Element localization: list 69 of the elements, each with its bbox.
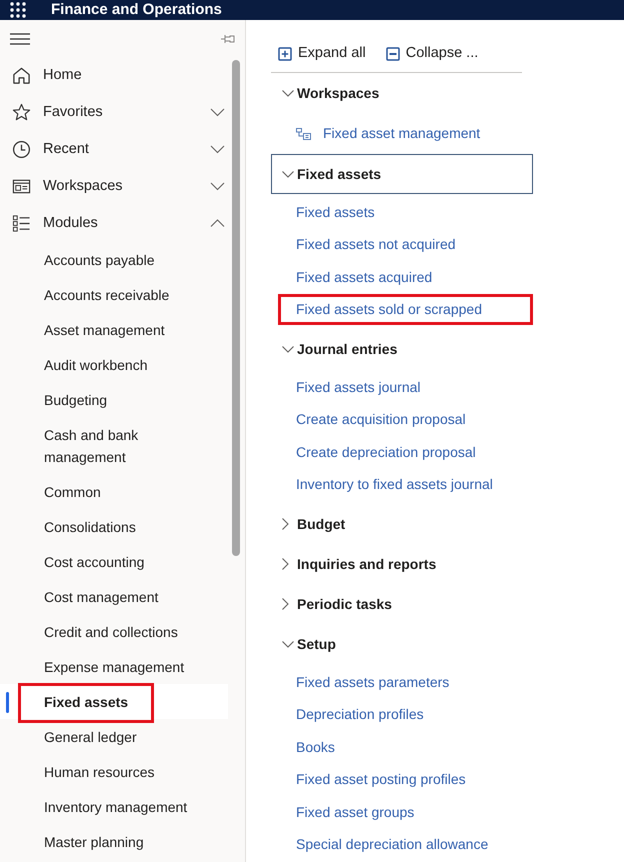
- nav-item[interactable]: Home: [0, 57, 232, 94]
- chevron-icon: [282, 598, 289, 610]
- clock-icon: [12, 140, 31, 159]
- nav-link[interactable]: Fixed asset groups: [296, 802, 414, 823]
- star-icon: [12, 103, 31, 122]
- module-item[interactable]: Accounts payable: [0, 242, 228, 277]
- module-item[interactable]: Asset management: [0, 312, 228, 347]
- nav-link[interactable]: Fixed assets sold or scrapped: [296, 299, 482, 320]
- section-header[interactable]: Periodic tasks: [271, 584, 533, 624]
- chevron-icon[interactable]: [210, 145, 225, 154]
- module-item[interactable]: Credit and collections: [0, 614, 228, 649]
- nav-link[interactable]: Fixed assets not acquired: [296, 234, 456, 256]
- chevron-icon[interactable]: [210, 108, 225, 117]
- nav-link[interactable]: Special depreciation allowance: [296, 834, 488, 856]
- module-item[interactable]: Cash and bank management: [0, 417, 228, 474]
- module-item[interactable]: Common: [0, 474, 228, 509]
- module-item[interactable]: Inventory management: [0, 789, 228, 824]
- section-header[interactable]: Setup: [271, 624, 533, 664]
- nav-link[interactable]: Create acquisition proposal: [296, 409, 466, 430]
- module-item[interactable]: Cost management: [0, 579, 228, 614]
- app-title: Finance and Operations: [51, 0, 222, 20]
- section-header[interactable]: Workspaces: [271, 73, 533, 113]
- menu-icon[interactable]: [10, 32, 30, 44]
- module-item[interactable]: Master planning: [0, 824, 228, 859]
- chevron-icon: [282, 640, 294, 648]
- pin-icon[interactable]: [221, 34, 235, 44]
- section-header[interactable]: Fixed assets: [271, 154, 533, 194]
- module-item[interactable]: Cost accounting: [0, 544, 228, 579]
- chevron-icon: [282, 90, 294, 96]
- chevron-icon[interactable]: [210, 219, 225, 228]
- nav-link[interactable]: Create depreciation proposal: [296, 442, 476, 463]
- nav-item[interactable]: Workspaces: [0, 168, 232, 205]
- home-icon: [12, 66, 31, 85]
- nav-item[interactable]: Favorites: [0, 94, 232, 131]
- nav-link[interactable]: Books: [296, 736, 335, 758]
- collapse-all-button[interactable]: Collapse ...: [378, 37, 486, 71]
- collapse-icon: [386, 47, 400, 61]
- expand-icon: [278, 47, 292, 61]
- diagram-icon: [296, 126, 311, 140]
- nav-item[interactable]: Recent: [0, 131, 232, 168]
- module-item[interactable]: Expense management: [0, 649, 228, 684]
- app-launcher-icon[interactable]: [10, 2, 26, 18]
- chevron-icon: [282, 346, 294, 352]
- section-header[interactable]: Journal entries: [271, 329, 533, 369]
- module-item[interactable]: Audit workbench: [0, 347, 228, 382]
- nav-item[interactable]: Modules: [0, 205, 232, 242]
- module-item[interactable]: Consolidations: [0, 509, 228, 544]
- nav-link[interactable]: Inventory to fixed assets journal: [296, 474, 493, 496]
- nav-link[interactable]: Fixed assets parameters: [296, 672, 450, 693]
- expand-all-button[interactable]: Expand all: [271, 37, 373, 71]
- nav-link[interactable]: Fixed asset management: [323, 122, 480, 144]
- chevron-icon: [282, 558, 289, 570]
- chevron-icon: [282, 518, 289, 530]
- module-item[interactable]: Accounts receivable: [0, 277, 228, 312]
- nav-link[interactable]: Fixed assets: [296, 202, 375, 223]
- nav-link[interactable]: Fixed asset posting profiles: [296, 769, 466, 790]
- list-icon: [12, 214, 31, 233]
- module-item[interactable]: Budgeting: [0, 382, 228, 417]
- module-item[interactable]: General ledger: [0, 719, 228, 754]
- section-header[interactable]: Budget: [271, 504, 533, 544]
- window-icon: [12, 177, 31, 196]
- nav-link[interactable]: Depreciation profiles: [296, 704, 424, 726]
- chevron-icon: [282, 170, 294, 178]
- scrollbar-thumb[interactable]: [232, 60, 240, 556]
- nav-link[interactable]: Fixed assets acquired: [296, 266, 432, 288]
- nav-link[interactable]: Fixed assets journal: [296, 376, 421, 398]
- chevron-icon[interactable]: [210, 182, 225, 191]
- section-header[interactable]: Inquiries and reports: [271, 544, 533, 584]
- module-item[interactable]: Human resources: [0, 754, 228, 789]
